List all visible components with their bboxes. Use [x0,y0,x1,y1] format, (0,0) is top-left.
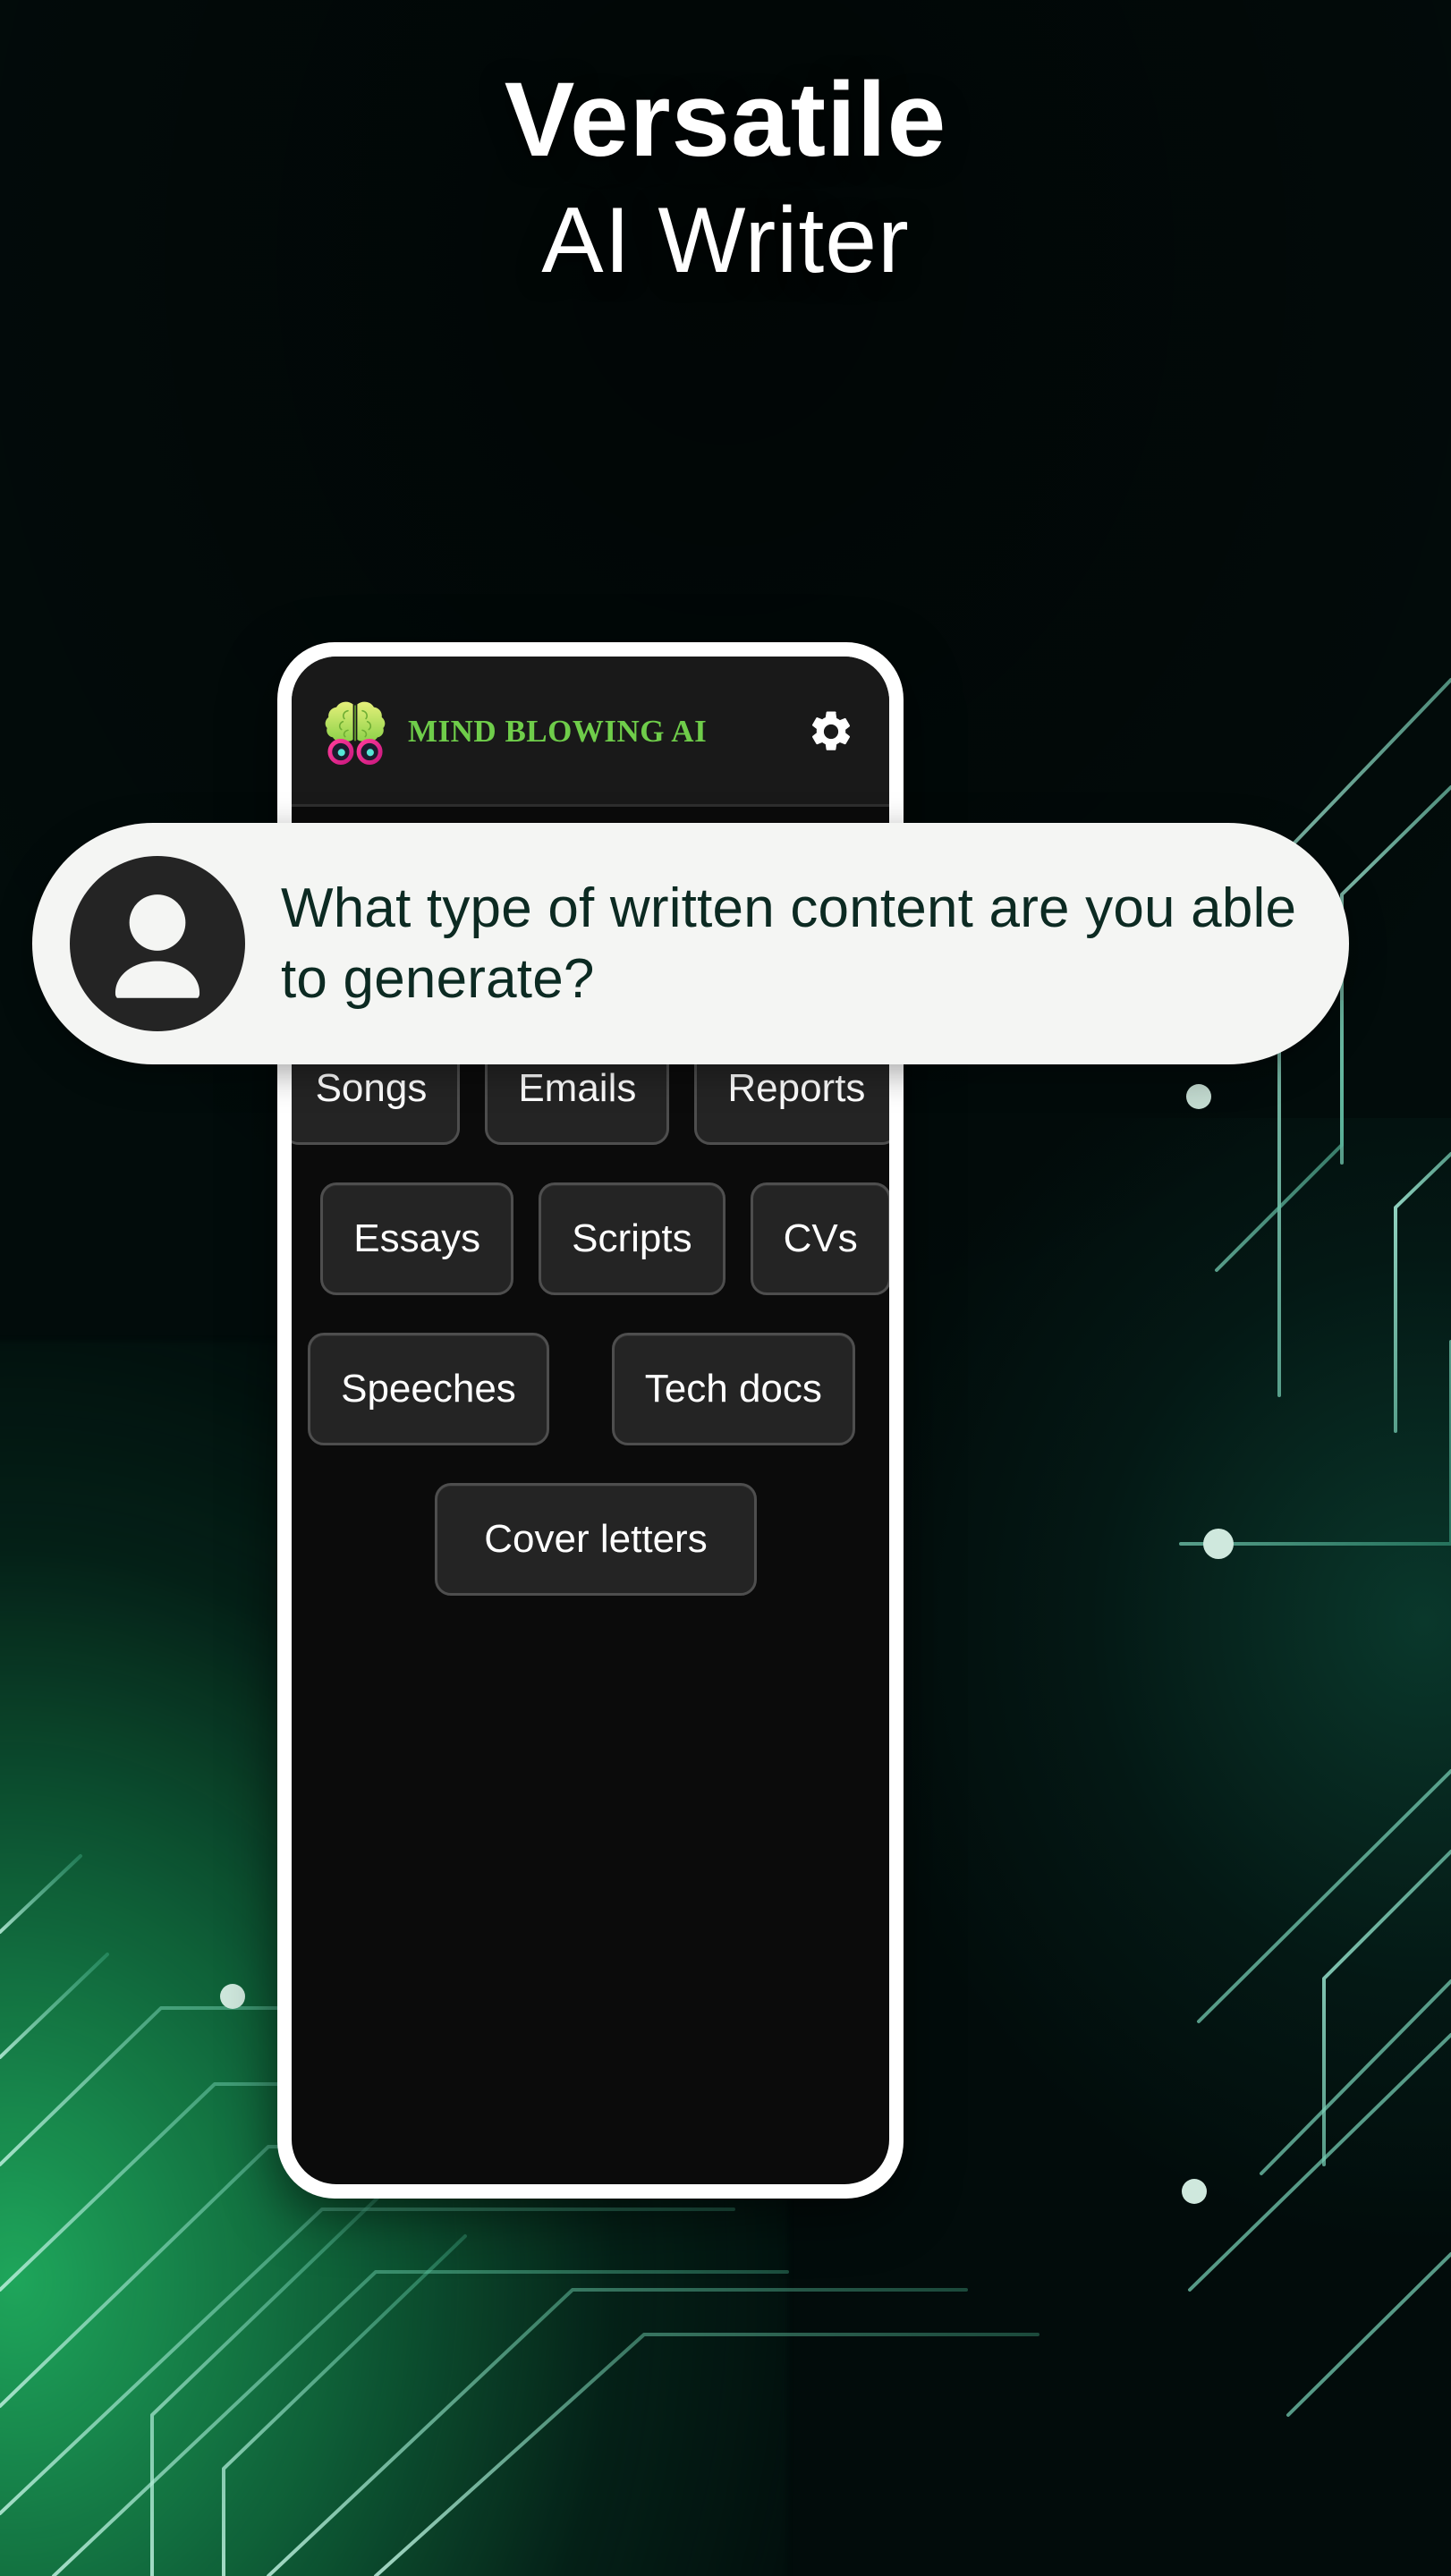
chip-scripts[interactable]: Scripts [539,1182,726,1295]
app-bar: MIND BLOWING AI [292,657,889,807]
page-title: Versatile AI Writer [0,61,1451,298]
chip-speeches[interactable]: Speeches [308,1333,549,1445]
headline-line-2: AI Writer [541,189,910,293]
brain-with-glasses-icon [322,701,388,765]
app-brand-name: MIND BLOWING AI [408,714,708,749]
user-question-text: What type of written content are you abl… [281,877,1297,1010]
promo-screenshot: Versatile AI Writer MIND BLOWING AI Song… [0,0,1451,2576]
chip-tech-docs[interactable]: Tech docs [611,1333,855,1445]
user-avatar-icon [70,856,245,1031]
settings-button[interactable] [805,706,857,758]
app-brand: MIND BLOWING AI [318,699,707,765]
chip-cvs[interactable]: CVs [750,1182,889,1295]
headline-line-1: Versatile [504,61,947,179]
user-message-bubble: What type of written content are you abl… [32,823,1349,1064]
chip-row: Essays Scripts CVs [292,1182,889,1295]
chip-row: Speeches Tech docs [292,1333,889,1445]
gear-icon [811,711,851,750]
chip-row: Cover letters [292,1483,889,1596]
chip-cover-letters[interactable]: Cover letters [435,1483,757,1596]
chip-essays[interactable]: Essays [320,1182,514,1295]
